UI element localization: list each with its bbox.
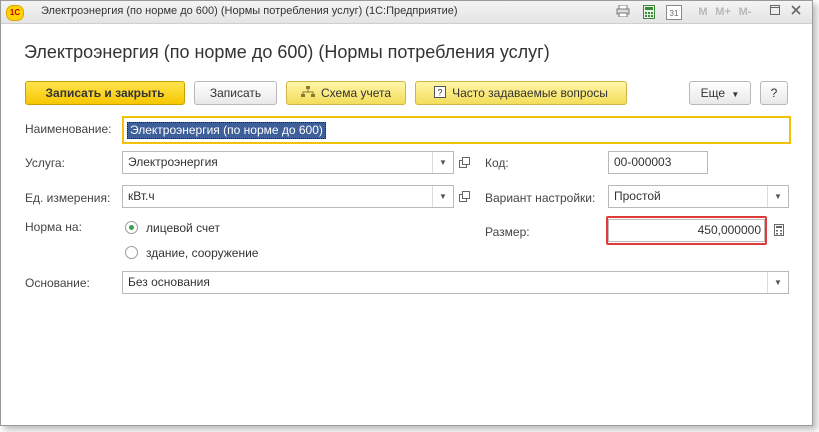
memory-plus-button[interactable]: M+ [714,5,732,19]
norm-option-account-label: лицевой счет [146,221,220,235]
size-calculator-icon[interactable] [770,219,788,242]
norm-option-building-label: здание, сооружение [146,246,259,260]
service-dropdown-icon[interactable]: ▼ [432,152,453,173]
accounting-scheme-label: Схема учета [320,86,392,100]
close-icon[interactable] [790,5,802,19]
calculator-icon[interactable] [642,5,656,19]
code-input[interactable]: 00-000003 [608,151,708,174]
code-value: 00-000003 [614,155,672,169]
code-label: Код: [485,156,509,170]
service-input[interactable]: Электроэнергия ▼ [122,151,454,174]
question-icon: ? [434,83,447,105]
size-highlight-box [606,216,767,245]
name-label: Наименование: [25,122,112,136]
accounting-scheme-button[interactable]: Схема учета [286,81,406,105]
save-and-close-button[interactable]: Записать и закрыть [25,81,185,105]
faq-label: Часто задаваемые вопросы [452,86,608,100]
faq-button[interactable]: ? Часто задаваемые вопросы [415,81,627,105]
service-open-icon[interactable] [455,151,473,174]
norm-radio-building[interactable] [125,246,138,259]
norm-label: Норма на: [25,220,82,234]
variant-label: Вариант настройки: [485,191,596,205]
variant-dropdown-icon[interactable]: ▼ [767,186,788,207]
basis-dropdown-icon[interactable]: ▼ [767,272,788,293]
variant-value: Простой [614,189,661,203]
unit-value: кВт.ч [128,189,155,203]
page-title: Электроэнергия (по норме до 600) (Нормы … [24,42,550,62]
scheme-icon [300,83,315,105]
basis-select[interactable]: Без основания ▼ [122,271,789,294]
name-value: Электроэнергия (по норме до 600) [127,122,326,139]
chevron-down-icon: ▼ [731,90,740,99]
service-label: Услуга: [25,156,65,170]
more-button[interactable]: Еще ▼ [689,81,751,105]
norm-radio-account[interactable] [125,221,138,234]
restore-icon[interactable] [769,5,781,19]
printer-icon[interactable] [615,4,631,19]
memory-m-button[interactable]: M [697,5,709,19]
unit-open-icon[interactable] [455,185,473,208]
window-title: Электроэнергия (по норме до 600) (Нормы … [41,5,458,17]
variant-select[interactable]: Простой ▼ [608,185,789,208]
more-label: Еще [700,86,726,100]
help-button[interactable]: ? [760,81,788,105]
name-input[interactable]: Электроэнергия (по норме до 600) [122,116,791,144]
service-value: Электроэнергия [128,155,218,169]
memory-minus-button[interactable]: M- [737,5,753,19]
svg-text:?: ? [438,87,443,97]
unit-label: Ед. измерения: [25,191,111,205]
unit-input[interactable]: кВт.ч ▼ [122,185,454,208]
form-window: 1С Электроэнергия (по норме до 600) (Нор… [0,0,813,426]
app-logo-icon[interactable]: 1С [6,5,24,21]
size-label: Размер: [485,225,530,239]
calendar-icon[interactable]: 31 [666,5,682,20]
unit-dropdown-icon[interactable]: ▼ [432,186,453,207]
basis-label: Основание: [25,276,90,290]
basis-value: Без основания [128,275,210,289]
save-button[interactable]: Записать [194,81,277,105]
title-bar: 1С Электроэнергия (по норме до 600) (Нор… [1,1,812,24]
